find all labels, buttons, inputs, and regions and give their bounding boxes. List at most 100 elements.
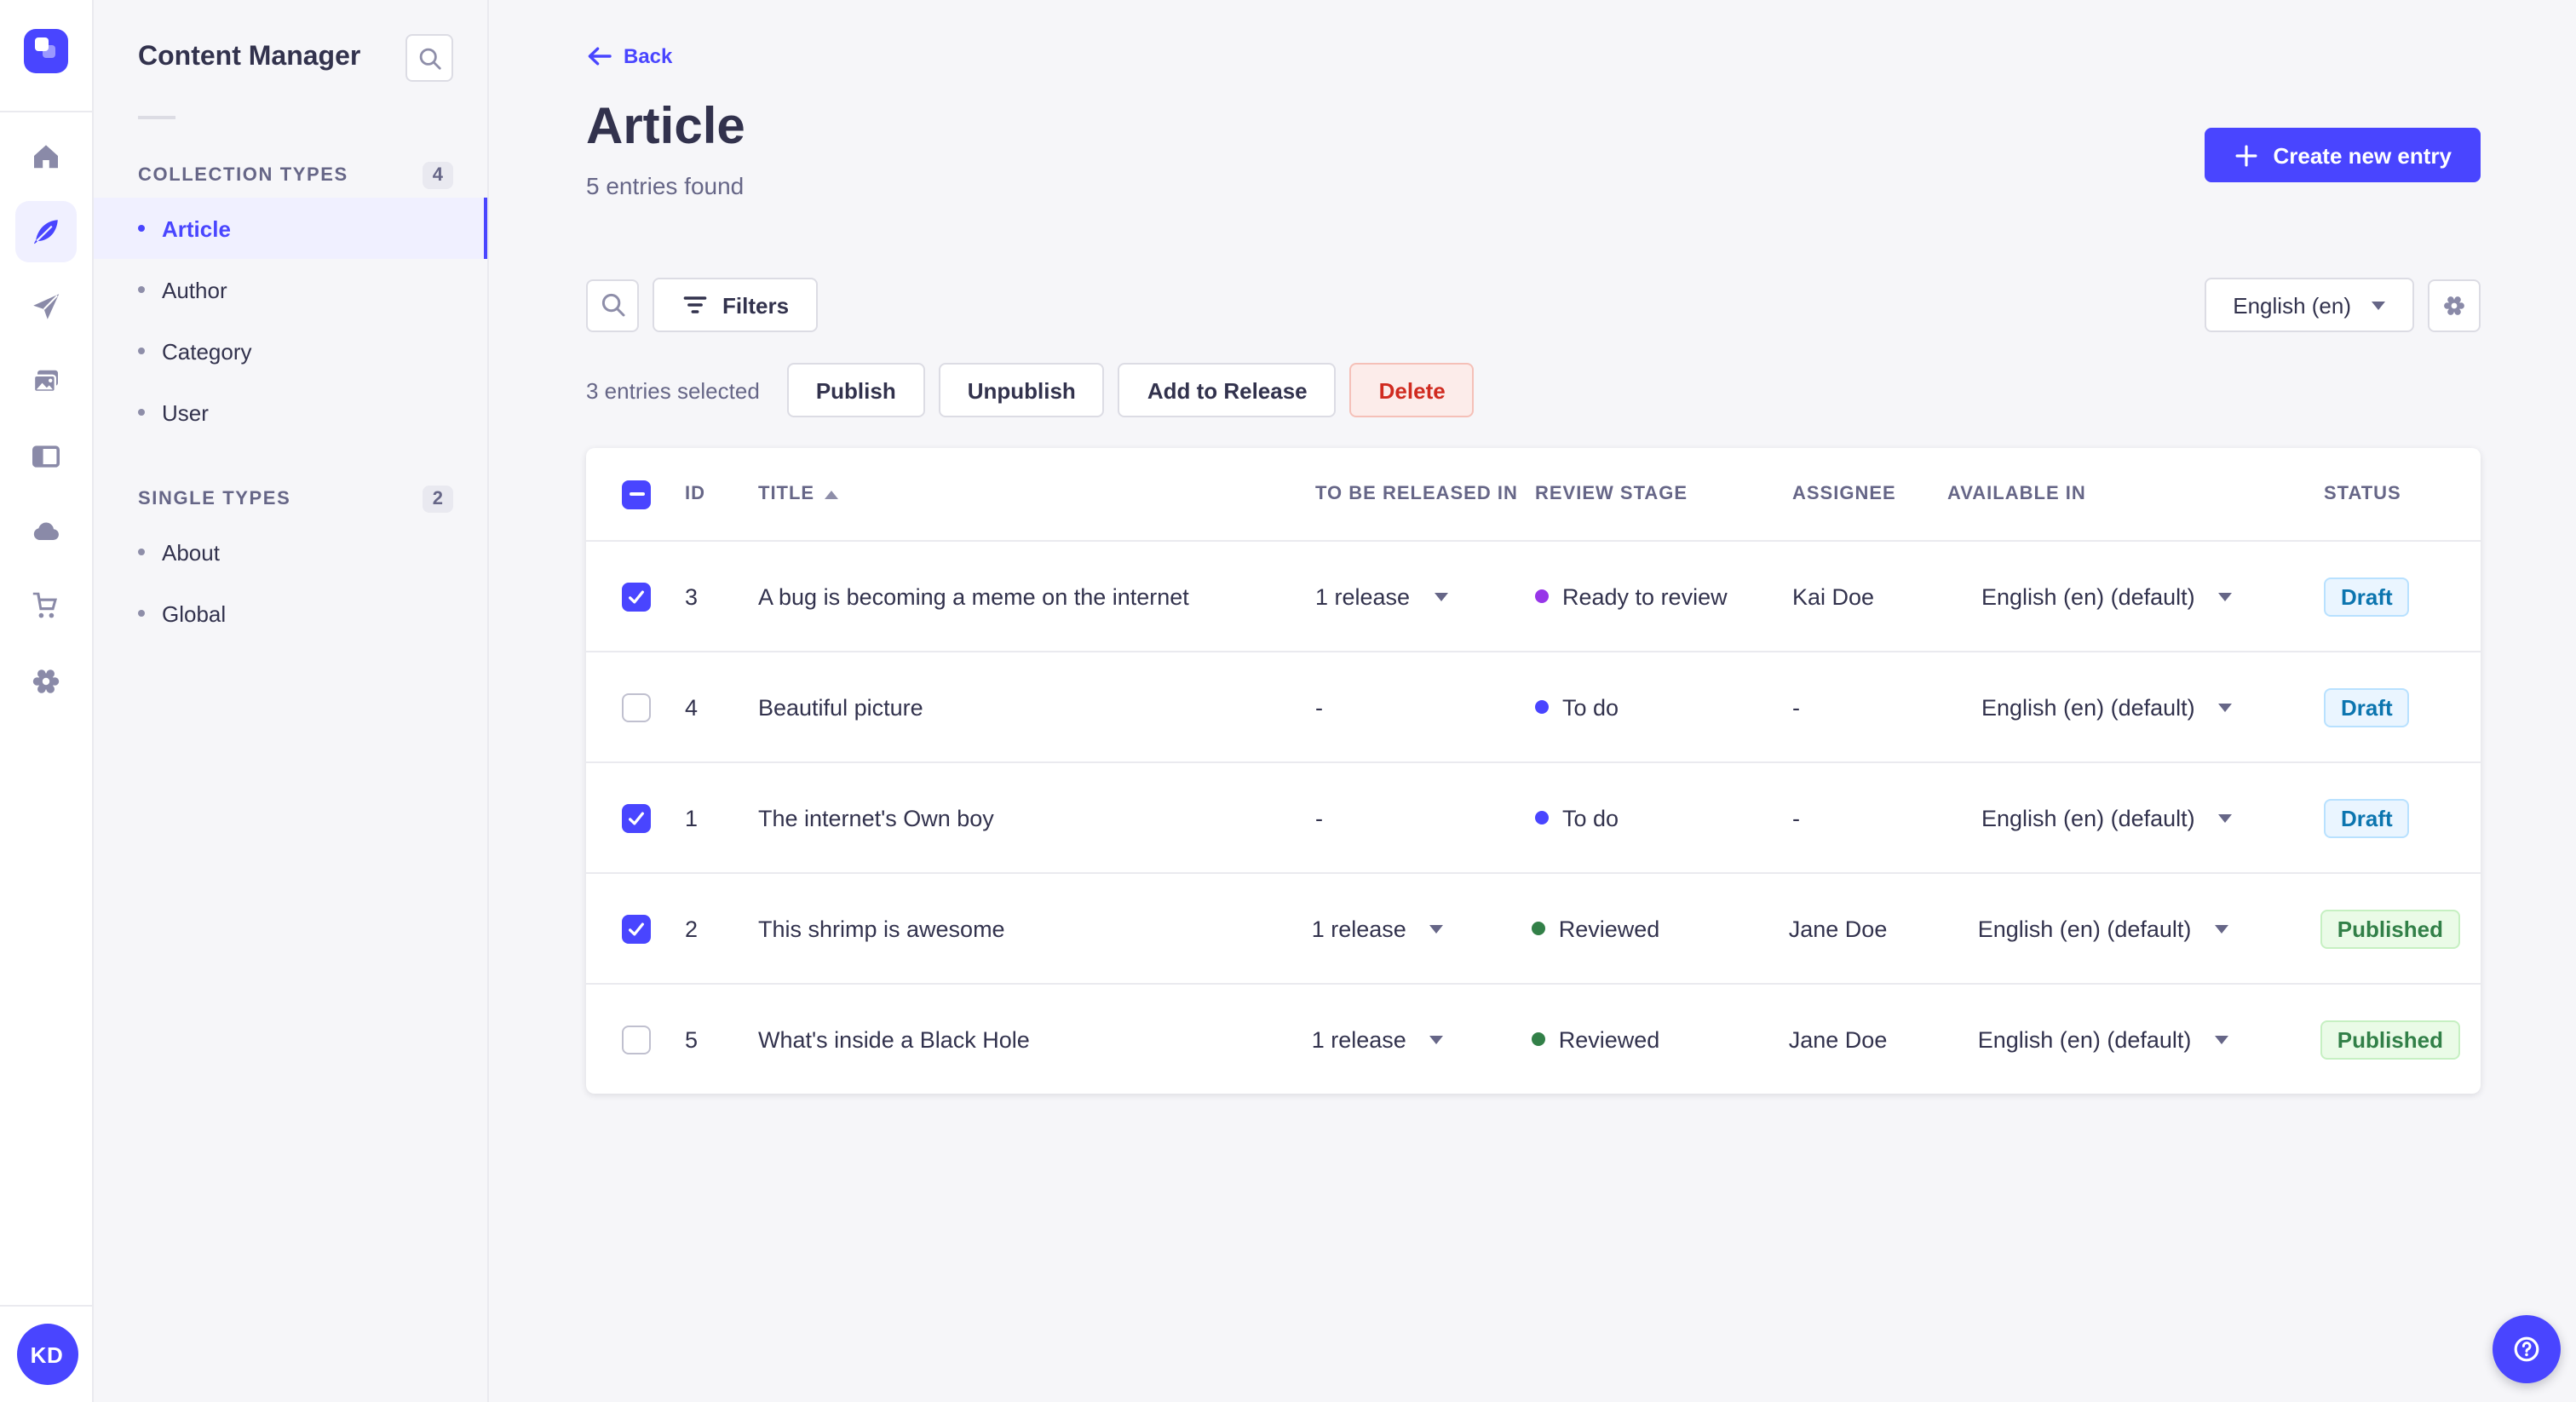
cell-status: Published (2320, 909, 2460, 948)
cell-available-in[interactable]: English (en) (default) (1947, 694, 2324, 720)
main-content: Back Article 5 entries found Create new … (489, 0, 2576, 1402)
sidebar-item-category[interactable]: Category (94, 320, 487, 382)
table-row[interactable]: 4 Beautiful picture - To do - English (e… (586, 651, 2481, 761)
question-mark-icon (2514, 1336, 2539, 1362)
strapi-logo[interactable] (24, 29, 68, 73)
table-row[interactable]: 2 This shrimp is awesome 1 release Revie… (586, 872, 2481, 983)
delete-button[interactable]: Delete (1349, 363, 1475, 417)
paper-plane-icon[interactable] (15, 276, 77, 337)
list-toolbar: Filters English (en) (586, 278, 2481, 332)
add-to-release-button[interactable]: Add to Release (1118, 363, 1337, 417)
row-checkbox[interactable] (622, 1025, 651, 1054)
table-search-button[interactable] (586, 279, 639, 331)
cell-title: The internet's Own boy (758, 805, 994, 830)
table-row[interactable]: 3 A bug is becoming a meme on the intern… (586, 540, 2481, 651)
column-header-title[interactable]: TITLE (758, 484, 1290, 504)
cell-release[interactable]: - (1290, 805, 1535, 830)
rail-footer: KD (0, 1305, 94, 1402)
cell-release[interactable]: 1 release (1286, 916, 1532, 941)
cell-available-in[interactable]: English (en) (default) (1947, 583, 2324, 609)
sidebar-item-global[interactable]: Global (94, 583, 487, 644)
publish-button[interactable]: Publish (786, 363, 925, 417)
media-library-icon[interactable] (15, 351, 77, 412)
chevron-down-icon (2218, 813, 2233, 822)
locale-select[interactable]: English (en) (2204, 278, 2414, 332)
release-value: - (1315, 805, 1323, 830)
section-count-badge: 4 (422, 162, 453, 189)
cell-release[interactable]: 1 release (1286, 1026, 1532, 1052)
row-checkbox[interactable] (622, 582, 651, 611)
release-value: - (1315, 694, 1323, 720)
stage-value: To do (1562, 694, 1619, 720)
cloud-icon[interactable] (15, 501, 77, 562)
available-value: English (en) (default) (1977, 1026, 2192, 1052)
view-settings-button[interactable] (2428, 279, 2481, 331)
cell-id: 1 (685, 805, 699, 830)
chevron-down-icon (2372, 301, 2385, 309)
cell-release[interactable]: - (1290, 694, 1535, 720)
bullet-icon (138, 610, 145, 617)
select-all-checkbox[interactable] (622, 480, 651, 509)
cell-available-in[interactable]: English (en) (default) (1944, 916, 2320, 941)
cell-available-in[interactable]: English (en) (default) (1947, 805, 2324, 830)
home-icon[interactable] (15, 126, 77, 187)
cell-review-stage: Reviewed (1531, 1026, 1789, 1052)
back-link[interactable]: Back (586, 44, 672, 68)
cell-available-in[interactable]: English (en) (default) (1944, 1026, 2320, 1052)
layout-icon[interactable] (15, 426, 77, 487)
sidebar-item-author[interactable]: Author (94, 259, 487, 320)
row-checkbox[interactable] (622, 692, 651, 721)
page-title: Article (586, 99, 745, 155)
rail-nav (15, 126, 77, 712)
cell-assignee: - (1792, 805, 1800, 830)
gear-icon[interactable] (15, 651, 77, 712)
subnav-section: SINGLE TYPES 2 About Global (94, 477, 487, 644)
subnav-divider (138, 116, 175, 119)
cell-status: Draft (2324, 577, 2460, 616)
column-header-assignee: ASSIGNEE (1792, 484, 1896, 504)
create-new-entry-button[interactable]: Create new entry (2205, 128, 2481, 182)
stage-dot (1535, 700, 1549, 714)
subnav-search-button[interactable] (405, 34, 453, 82)
stage-value: Reviewed (1558, 1026, 1660, 1052)
bullet-icon (138, 409, 145, 416)
cell-title: This shrimp is awesome (758, 916, 1005, 941)
row-checkbox[interactable] (622, 803, 651, 832)
table-row[interactable]: 5 What's inside a Black Hole 1 release R… (586, 983, 2481, 1094)
stage-dot (1531, 922, 1545, 935)
available-value: English (en) (default) (1981, 694, 2195, 720)
cell-status: Published (2320, 1020, 2460, 1059)
filters-button[interactable]: Filters (653, 278, 819, 332)
sidebar-item-user[interactable]: User (94, 382, 487, 443)
section-count-badge: 2 (422, 486, 453, 513)
status-badge: Published (2320, 909, 2460, 948)
selected-count: 3 entries selected (586, 377, 760, 403)
cart-icon[interactable] (15, 576, 77, 637)
stage-value: Reviewed (1558, 916, 1660, 941)
page-heading: Article 5 entries found (586, 77, 745, 199)
cell-assignee: - (1792, 694, 1800, 720)
cell-release[interactable]: 1 release (1290, 583, 1535, 609)
chevron-down-icon (2215, 1035, 2229, 1043)
bulk-actions-bar: 3 entries selected Publish Unpublish Add… (586, 363, 2481, 417)
content-manager-subnav: Content Manager COLLECTION TYPES 4 Article… (94, 0, 489, 1402)
unpublish-button[interactable]: Unpublish (938, 363, 1105, 417)
table-row[interactable]: 1 The internet's Own boy - To do - Engli… (586, 761, 2481, 872)
column-header-id[interactable]: ID (685, 484, 758, 504)
release-value: 1 release (1315, 583, 1411, 609)
sidebar-item-article[interactable]: Article (94, 198, 487, 259)
subnav-title: Content Manager (138, 43, 361, 72)
feather-icon[interactable] (15, 201, 77, 262)
sidebar-item-about[interactable]: About (94, 521, 487, 583)
column-header-release: TO BE RELEASED IN (1315, 484, 1518, 504)
bullet-icon (138, 549, 145, 555)
cell-title: Beautiful picture (758, 694, 923, 720)
cell-status: Draft (2324, 798, 2460, 837)
column-header-status: STATUS (2324, 484, 2401, 504)
row-checkbox[interactable] (622, 914, 651, 943)
user-avatar[interactable]: KD (16, 1324, 78, 1385)
help-button[interactable] (2493, 1315, 2561, 1383)
app-root: KD Content Manager COLLECTION TYPES 4 Arti… (0, 0, 2576, 1402)
sidebar-item-label: Author (162, 277, 227, 302)
cell-review-stage: To do (1535, 694, 1792, 720)
